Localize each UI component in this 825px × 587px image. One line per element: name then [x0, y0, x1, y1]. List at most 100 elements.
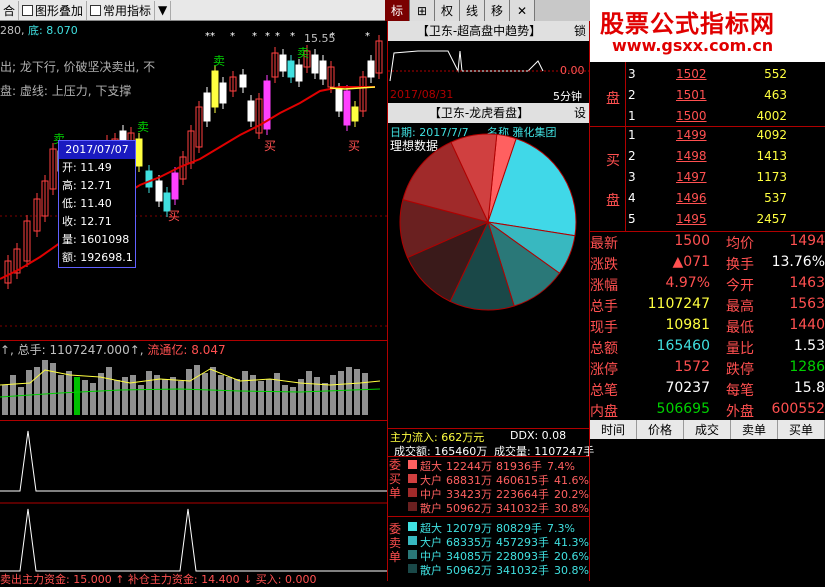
tooltip-date: 2017/07/07	[59, 141, 135, 159]
star-marker: *	[290, 31, 295, 42]
star-marker: *	[230, 31, 235, 42]
sell-signal: 卖	[297, 46, 310, 60]
volume-bar	[130, 375, 136, 415]
indicator-icon	[90, 4, 102, 16]
tx-column-header[interactable]: 买单	[778, 420, 825, 439]
toolbar-item-1[interactable]: 合	[0, 0, 20, 20]
brand-banner: 股票公式指标网 www.gsxx.com.cn	[590, 0, 825, 62]
candle	[255, 93, 263, 139]
level-price: 1501	[676, 88, 707, 102]
candle	[367, 55, 375, 83]
chart-toolbar: 合 图形叠加 常用指标 ▼	[0, 0, 385, 21]
level-price: 1495	[676, 212, 707, 226]
strategy-text: 出; 龙下行, 价破坚决卖出, 不	[0, 60, 156, 74]
volume-bar	[98, 373, 104, 415]
volume-bar	[114, 380, 120, 415]
stat-value: 15.8	[793, 380, 825, 396]
divider	[388, 516, 590, 517]
volume-bar	[10, 375, 16, 415]
level-volume: 2457	[756, 212, 787, 226]
indicators-label: 常用指标	[103, 3, 152, 18]
level-number: 3	[628, 67, 636, 81]
buy-signal: 买	[348, 139, 361, 153]
candle	[211, 65, 219, 113]
trend-period: 5分钟	[553, 90, 582, 103]
pie-slices	[399, 133, 577, 311]
buy-orders-label: 委买单	[389, 458, 402, 500]
range-label: 280, 底: 8.070	[0, 22, 78, 38]
volume-chart[interactable]	[0, 355, 387, 419]
toolbar-item-1-label: 合	[3, 3, 16, 18]
stat-value: 165460	[656, 338, 710, 354]
sell-orders-label: 委卖单	[389, 522, 402, 564]
tx-column-header[interactable]: 时间	[590, 420, 637, 439]
candle	[41, 175, 49, 222]
candle	[171, 167, 179, 205]
flow-pct: 30.8%	[554, 564, 589, 577]
flow-pct: 30.8%	[554, 502, 589, 515]
legend-swatch	[408, 564, 417, 573]
candle	[229, 71, 237, 97]
overlay-button[interactable]: 图形叠加	[19, 0, 88, 20]
volume-bar	[210, 367, 216, 415]
tab-grid[interactable]: ⊞	[410, 0, 435, 21]
dragon-title: 【卫东-龙虎看盘】	[388, 103, 570, 123]
level-volume: 4092	[756, 128, 787, 142]
stat-value: 1107247	[647, 296, 710, 312]
volume-bar	[162, 379, 168, 415]
volume-bar	[306, 371, 312, 415]
candle	[319, 55, 327, 85]
tx-column-header[interactable]: 卖单	[731, 420, 778, 439]
tab-move[interactable]: 移	[485, 0, 510, 21]
level-number: 5	[628, 212, 636, 226]
level-price: 1497	[676, 170, 707, 184]
volume-bar	[26, 370, 32, 415]
trend-date: 2017/08/31	[390, 88, 454, 101]
level-price: 1502	[676, 67, 707, 81]
stat-row: 总笔 70237 每笔 15.8	[590, 380, 825, 401]
stat-label: 换手	[726, 257, 754, 273]
flow-vol: 341032手	[496, 502, 549, 515]
volume-bar	[58, 375, 64, 415]
close-icon[interactable]: ✕	[510, 0, 535, 21]
settings-button[interactable]: 设	[570, 103, 590, 123]
candle	[13, 243, 21, 279]
star-marker: *	[265, 31, 270, 42]
indicators-dropdown[interactable]: ▼	[155, 0, 172, 20]
candle	[239, 69, 247, 93]
overlay-icon	[22, 4, 34, 16]
candle	[4, 255, 12, 289]
candle	[279, 49, 287, 77]
legend-swatch	[408, 536, 417, 545]
volume-bar	[186, 369, 192, 415]
candle	[263, 75, 271, 135]
volume-bar	[314, 377, 320, 415]
flow-row: 散户 50962万 341032手 30.8%	[420, 562, 589, 578]
buy-capital-line	[0, 508, 387, 572]
stat-row: 内盘 506695 外盘 600552	[590, 401, 825, 422]
tab-line[interactable]: 线	[460, 0, 485, 21]
tx-column-header[interactable]: 成交	[684, 420, 731, 439]
volume-bars	[2, 360, 368, 415]
candle-tooltip: 2017/07/07 开: 11.49 高: 12.71 低: 11.40 收:…	[58, 140, 136, 268]
panel-tabs: 标 ⊞ 权 线 移 ✕	[385, 0, 590, 21]
signal-chart[interactable]	[0, 421, 387, 581]
volume-bar	[338, 371, 344, 415]
tab-mark[interactable]: 标	[385, 0, 410, 21]
volume-bar	[154, 375, 160, 415]
volume-bar	[90, 383, 96, 415]
tab-rights[interactable]: 权	[435, 0, 460, 21]
star-marker: *	[275, 31, 280, 42]
tooltip-close: 收: 12.71	[62, 215, 112, 228]
overlay-label: 图形叠加	[35, 3, 84, 18]
flow-row: 散户 50962万 341032手 30.8%	[420, 500, 589, 516]
support-text: 盘: 虚线: 上压力, 下支撑	[0, 84, 132, 98]
candle	[49, 143, 57, 195]
stat-row: 涨幅 4.97% 今开 1463	[590, 275, 825, 296]
stat-label: 每笔	[726, 383, 754, 399]
tx-column-header[interactable]: 价格	[637, 420, 684, 439]
stat-value: 506695	[656, 401, 710, 417]
tooltip-amount: 额: 192698.1	[62, 251, 133, 264]
lock-button[interactable]: 锁	[570, 21, 590, 41]
indicators-button[interactable]: 常用指标	[87, 0, 156, 20]
